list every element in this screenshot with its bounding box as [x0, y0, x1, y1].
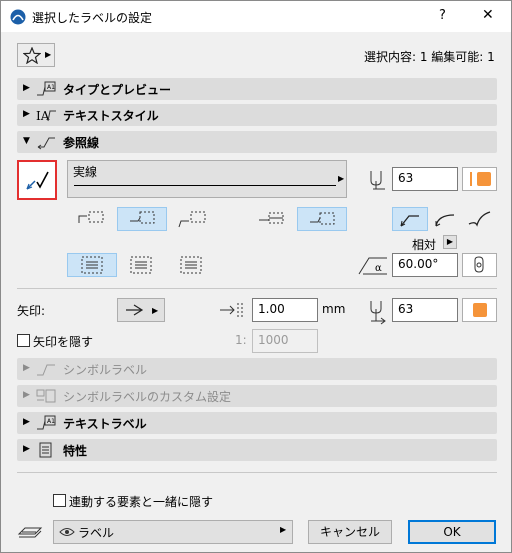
section-symbol-label: ▶ シンボルラベル: [17, 358, 497, 380]
dropdown-arrow-icon: ▶: [338, 174, 345, 183]
layer-icon: [17, 522, 43, 540]
section-type-preview[interactable]: ▶ A1 タイプとプレビュー: [17, 78, 497, 100]
label-settings-dialog: 選択したラベルの設定 ? ✕ ▶ 選択内容: 1 編集可能: 1 ▶ A1 タイ…: [0, 0, 512, 553]
arrow-size-unit: mm: [322, 302, 346, 316]
dropdown-arrow-icon: ▶: [280, 525, 287, 534]
pen-color-swatch: [477, 172, 491, 186]
ok-button[interactable]: OK: [408, 520, 496, 544]
svg-text:α: α: [375, 263, 382, 274]
properties-icon: [35, 442, 57, 458]
text-align-option-2[interactable]: [117, 253, 167, 277]
section-label: 特性: [63, 444, 88, 458]
text-align-option-1[interactable]: [67, 253, 117, 277]
selection-info: 選択内容: 1 編集可能: 1: [364, 50, 495, 64]
svg-text:A1: A1: [47, 84, 55, 91]
section-label: シンボルラベルのカスタム設定: [63, 390, 232, 404]
line-type-selector[interactable]: 実線 ▶: [67, 160, 347, 198]
help-button[interactable]: ?: [439, 8, 446, 23]
leader-line-icon: [35, 134, 57, 150]
section-symbol-label-custom: ▶ シンボルラベルのカスタム設定: [17, 385, 497, 407]
dropdown-arrow-icon: ▶: [45, 50, 52, 59]
section-label: テキストスタイル: [63, 109, 159, 123]
expand-arrow-icon: ▶: [23, 109, 30, 119]
scale-field: 1000: [252, 329, 318, 353]
hide-arrow-label: 矢印を隠す: [33, 335, 94, 349]
arrow-pen-icon: [367, 299, 389, 325]
arrow-size-icon: [218, 300, 248, 320]
expand-arrow-icon: ▶: [23, 417, 30, 427]
line-sample: [74, 185, 336, 186]
section-text-label[interactable]: ▶ A1 テキストラベル: [17, 412, 497, 434]
section-label: タイプとプレビュー: [63, 83, 172, 97]
scale-prefix: 1:: [235, 333, 247, 347]
collapse-arrow-icon: ▼: [23, 136, 30, 146]
hide-arrow-checkbox[interactable]: [17, 334, 30, 347]
leader-pen-color-button[interactable]: [462, 167, 497, 191]
expand-arrow-icon: ▶: [23, 444, 30, 454]
section-label: シンボルラベル: [63, 363, 148, 377]
divider: [17, 288, 497, 289]
custom-settings-icon: [35, 388, 57, 404]
angle-lock-button[interactable]: [462, 253, 497, 277]
expand-arrow-icon: ▶: [23, 363, 30, 373]
text-align-option-3[interactable]: [167, 253, 217, 277]
line-type-label: 実線: [73, 165, 98, 179]
angle-icon: α: [357, 254, 389, 276]
arrow-label: 矢印:: [17, 304, 46, 318]
divider: [17, 472, 497, 473]
pen-icon: [367, 169, 389, 191]
close-button[interactable]: ✕: [482, 7, 494, 23]
leader-shape-option-3[interactable]: [167, 207, 217, 231]
arrow-pen-color-button[interactable]: [462, 298, 497, 322]
leader-shape-option-4[interactable]: [247, 207, 297, 231]
favorites-button[interactable]: ▶: [17, 43, 55, 67]
arrow-size-field[interactable]: 1.00: [252, 298, 318, 322]
svg-text:A1: A1: [47, 418, 55, 425]
leader-shape-option-1[interactable]: [67, 207, 117, 231]
label-type-icon: A1: [35, 81, 57, 97]
layer-name: ラベル: [78, 526, 115, 540]
leader-shape-option-5[interactable]: [297, 207, 347, 231]
leader-preview-button[interactable]: [17, 160, 57, 200]
angle-field[interactable]: 60.00°: [392, 253, 458, 277]
section-label: 参照線: [63, 136, 100, 150]
leader-curved-option[interactable]: [430, 207, 462, 231]
arrow-pen-field[interactable]: 63: [392, 298, 458, 322]
expand-arrow-icon: ▶: [23, 83, 30, 93]
leader-spline-option[interactable]: [464, 207, 496, 231]
section-text-style[interactable]: ▶ IA テキストスタイル: [17, 104, 497, 126]
leader-straight-option[interactable]: [392, 207, 428, 231]
section-label: テキストラベル: [63, 417, 147, 431]
relative-label: 相対: [412, 238, 437, 252]
section-leader[interactable]: ▼ 参照線: [17, 131, 497, 153]
hide-with-linked-checkbox[interactable]: [53, 494, 66, 507]
star-icon: [23, 47, 41, 64]
eye-icon: [59, 526, 75, 538]
layer-selector[interactable]: ラベル ▶: [53, 520, 293, 544]
section-properties[interactable]: ▶ 特性: [17, 439, 497, 461]
leader-checkmark-icon: [25, 168, 51, 192]
window-title: 選択したラベルの設定: [32, 11, 153, 25]
pen-color-swatch: [473, 303, 487, 317]
relative-menu-button[interactable]: ▶: [443, 235, 457, 249]
title-bar: 選択したラベルの設定 ? ✕: [1, 1, 511, 32]
color-separator: [470, 172, 472, 186]
leader-shape-option-2[interactable]: [117, 207, 167, 231]
app-logo-icon: [10, 9, 26, 25]
text-label-icon: A1: [35, 415, 57, 431]
symbol-label-icon: [35, 361, 57, 377]
hide-with-linked-label: 連動する要素と一緒に隠す: [69, 495, 214, 509]
arrow-type-selector[interactable]: ▶: [117, 298, 165, 322]
expand-arrow-icon: ▶: [23, 390, 30, 400]
svg-text:▶: ▶: [152, 306, 159, 315]
text-style-icon: IA: [35, 107, 57, 123]
leader-pen-field[interactable]: 63: [392, 167, 458, 191]
cancel-button[interactable]: キャンセル: [308, 520, 392, 544]
